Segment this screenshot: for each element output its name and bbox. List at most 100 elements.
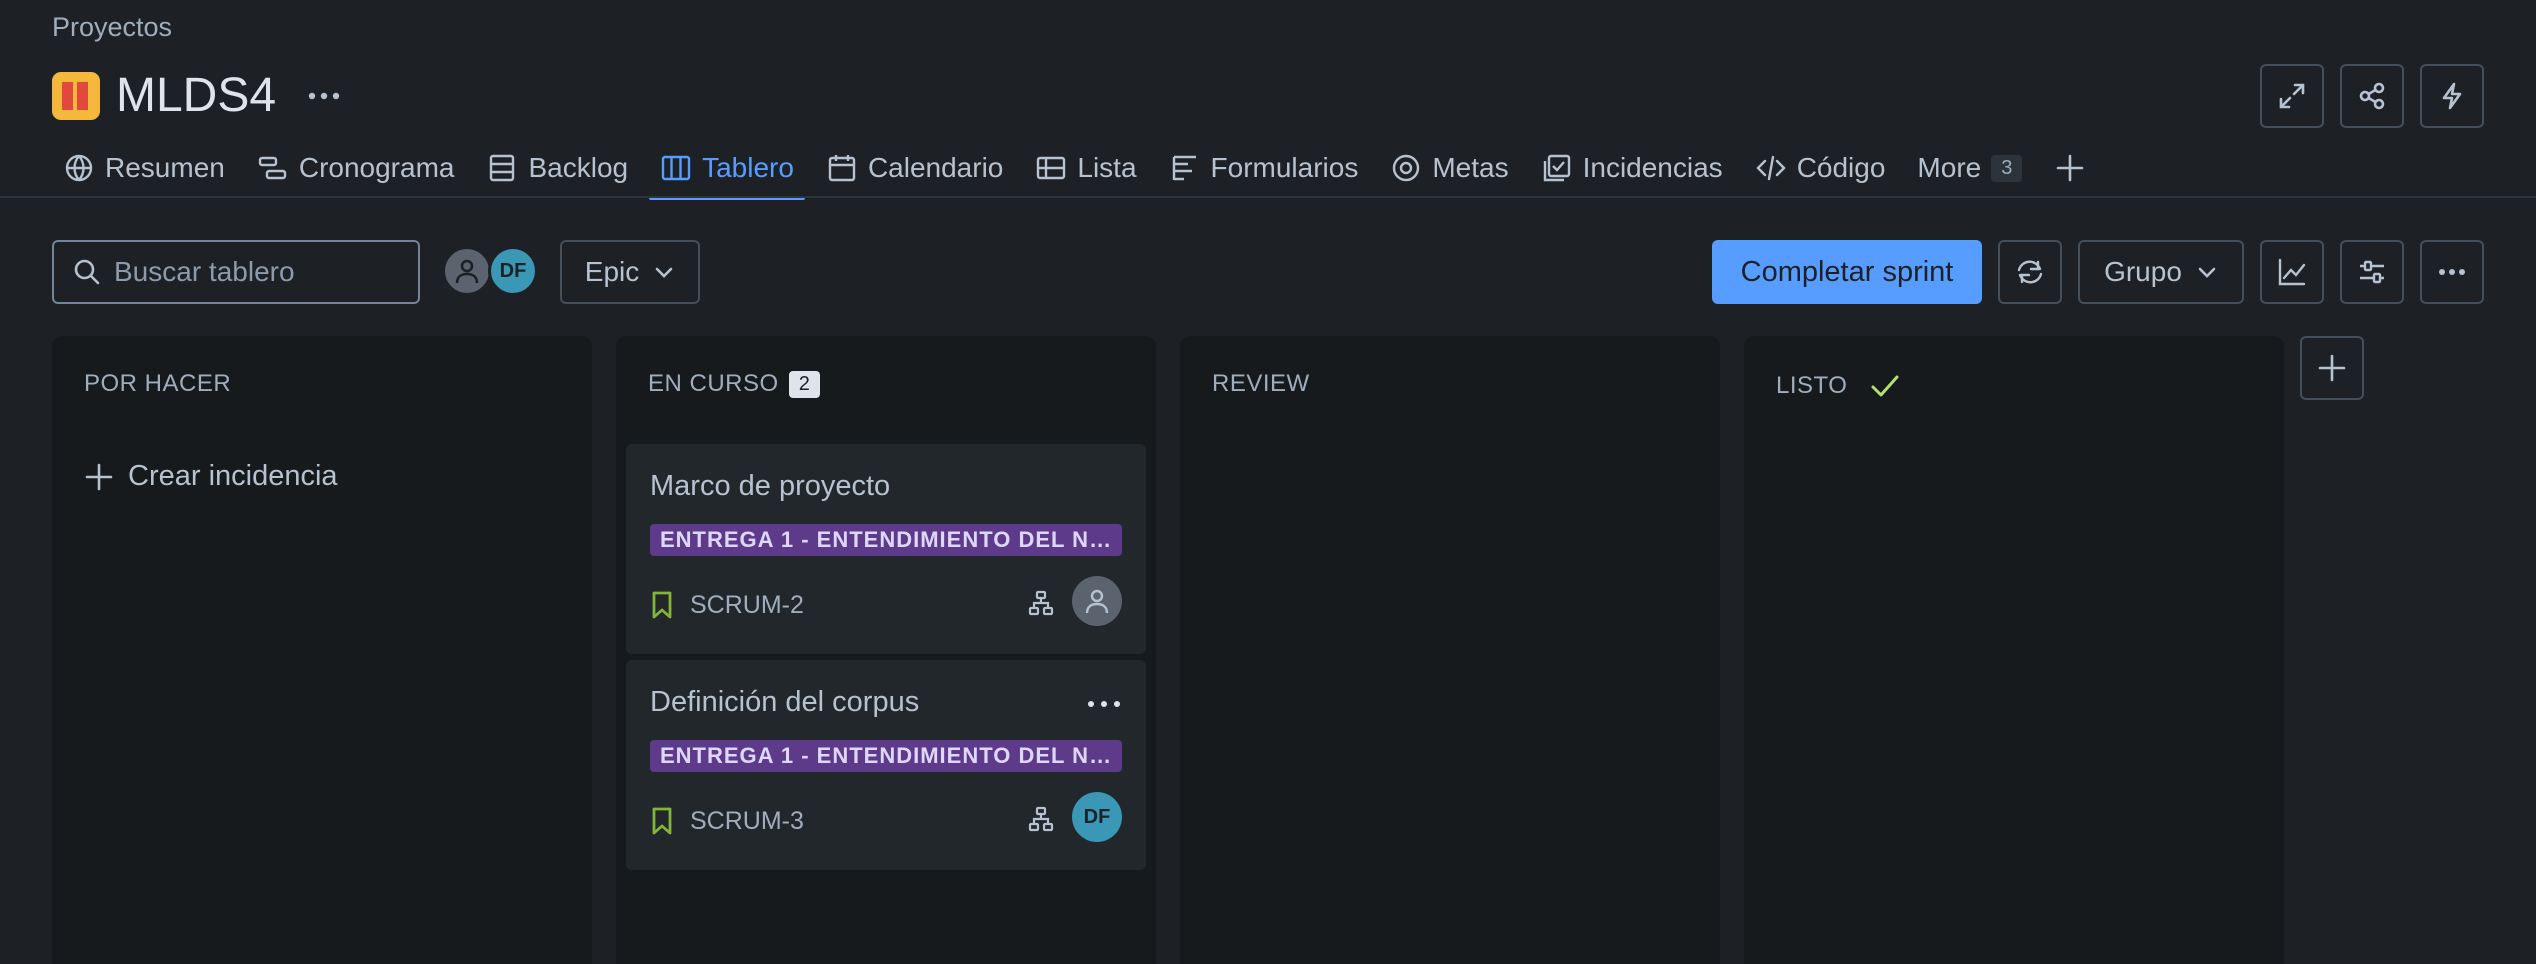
more-dots-icon	[2439, 269, 2465, 275]
tab-more[interactable]: More 3	[1906, 144, 2033, 192]
list-icon	[1037, 156, 1066, 180]
tab-backlog[interactable]: Backlog	[475, 144, 639, 192]
chevron-down-icon	[655, 267, 673, 278]
search-box[interactable]	[52, 240, 420, 304]
tab-metas[interactable]: Metas	[1379, 144, 1519, 192]
automation-button[interactable]	[2420, 64, 2484, 128]
share-icon	[2359, 82, 2385, 110]
project-more-button[interactable]	[304, 80, 344, 112]
column-header: POR HACER	[84, 370, 231, 398]
group-by-label: Grupo	[2104, 256, 2182, 287]
column-header: EN CURSO 2	[648, 370, 821, 398]
share-button[interactable]	[2340, 64, 2404, 128]
board-icon	[661, 155, 691, 181]
issue-card[interactable]: Definición del corpus ENTREGA 1 - ENTEND…	[626, 660, 1146, 870]
tab-label: More	[1917, 152, 1982, 183]
tab-label: Cronograma	[298, 152, 455, 183]
column-count-badge: 2	[788, 370, 821, 398]
globe-icon	[65, 154, 93, 182]
backlog-icon	[490, 154, 515, 182]
tab-tablero[interactable]: Tablero	[649, 144, 805, 200]
tab-label: Metas	[1432, 152, 1509, 183]
fullscreen-button[interactable]	[2260, 64, 2324, 128]
goal-icon	[1393, 154, 1420, 182]
tab-incidencias[interactable]: Incidencias	[1530, 144, 1734, 192]
insights-button[interactable]	[2260, 240, 2324, 304]
person-icon	[1085, 589, 1109, 614]
tab-label: Backlog	[528, 152, 629, 183]
card-more-button[interactable]	[1086, 698, 1122, 710]
complete-sprint-button[interactable]: Completar sprint	[1712, 240, 1982, 304]
tab-label: Lista	[1077, 152, 1137, 183]
tab-label: Código	[1796, 152, 1886, 183]
column-title: EN CURSO	[648, 370, 779, 397]
tab-lista[interactable]: Lista	[1024, 144, 1147, 192]
project-flag-icon	[52, 72, 100, 120]
tab-resumen[interactable]: Resumen	[52, 144, 236, 192]
epic-lozenge[interactable]: ENTREGA 1 - ENTENDIMIENTO DEL NEGOCIO	[650, 524, 1122, 556]
board-more-button[interactable]	[2420, 240, 2484, 304]
tab-codigo[interactable]: Código	[1744, 144, 1897, 192]
column-todo: POR HACER Crear incidencia	[52, 336, 592, 964]
tabs-divider	[0, 196, 2536, 198]
create-issue-button[interactable]: Crear incidencia	[84, 460, 338, 493]
epic-lozenge[interactable]: ENTREGA 1 - ENTENDIMIENTO DEL NEGOCIO	[650, 740, 1122, 772]
check-icon	[1871, 375, 1899, 397]
more-dots-icon	[1088, 701, 1120, 707]
sliders-icon	[2360, 260, 2384, 284]
breadcrumb[interactable]: Proyectos	[52, 12, 172, 43]
chart-line-icon	[2278, 258, 2306, 286]
refresh-button[interactable]	[1998, 240, 2062, 304]
tab-formularios[interactable]: Formularios	[1158, 144, 1370, 192]
column-header: LISTO	[1776, 370, 1901, 402]
avatar[interactable]	[1072, 576, 1122, 626]
card-title: Definición del corpus	[650, 686, 920, 718]
page-title: MLDS4	[116, 69, 277, 122]
column-in-progress: EN CURSO 2 Marco de proyecto ENTREGA 1 -…	[616, 336, 1156, 964]
create-issue-label: Crear incidencia	[128, 460, 338, 492]
more-dots-icon	[308, 92, 340, 100]
expand-icon	[2279, 83, 2305, 109]
tab-calendario[interactable]: Calendario	[815, 144, 1014, 192]
add-column-button[interactable]	[2300, 336, 2364, 400]
epic-filter-button[interactable]: Epic	[560, 240, 700, 304]
epic-filter-label: Epic	[584, 256, 640, 287]
story-bookmark-icon	[652, 591, 672, 619]
column-title: REVIEW	[1212, 370, 1310, 397]
view-settings-button[interactable]	[2340, 240, 2404, 304]
plus-icon	[2318, 354, 2346, 382]
tab-label: Resumen	[105, 152, 225, 183]
tab-label: Incidencias	[1582, 152, 1723, 183]
lightning-icon	[2442, 82, 2462, 110]
column-done: LISTO	[1744, 336, 2284, 964]
story-bookmark-icon	[652, 807, 672, 835]
group-by-button[interactable]: Grupo	[2078, 240, 2244, 304]
calendar-icon	[828, 155, 856, 182]
issue-card[interactable]: Marco de proyecto ENTREGA 1 - ENTENDIMIE…	[626, 444, 1146, 654]
column-review: REVIEW	[1180, 336, 1720, 964]
child-issues-icon	[1028, 590, 1054, 616]
add-tab-button[interactable]	[2043, 144, 2107, 192]
child-issues-icon	[1028, 806, 1054, 832]
tab-label: Formularios	[1210, 152, 1359, 183]
search-icon	[74, 259, 100, 285]
issue-key[interactable]: SCRUM-2	[690, 591, 804, 620]
code-icon	[1755, 155, 1786, 181]
tab-label: Tablero	[702, 152, 794, 183]
plus-icon	[85, 463, 113, 490]
project-tabs: Resumen Cronograma Backlog Tablero Calen…	[52, 144, 2117, 200]
search-input[interactable]	[114, 256, 404, 288]
column-header: REVIEW	[1212, 370, 1310, 398]
refresh-icon	[2017, 260, 2043, 284]
column-title: LISTO	[1776, 372, 1848, 399]
issues-icon	[1543, 154, 1570, 182]
avatar-df-filter[interactable]: DF	[488, 246, 538, 296]
tab-cronograma[interactable]: Cronograma	[246, 144, 466, 192]
timeline-icon	[258, 156, 287, 180]
issue-key[interactable]: SCRUM-3	[690, 807, 804, 836]
avatar-unassigned-filter[interactable]	[442, 246, 492, 296]
more-count-badge: 3	[1991, 154, 2023, 182]
avatar[interactable]: DF	[1072, 792, 1122, 842]
card-title: Marco de proyecto	[650, 470, 891, 502]
column-title: POR HACER	[84, 370, 232, 397]
